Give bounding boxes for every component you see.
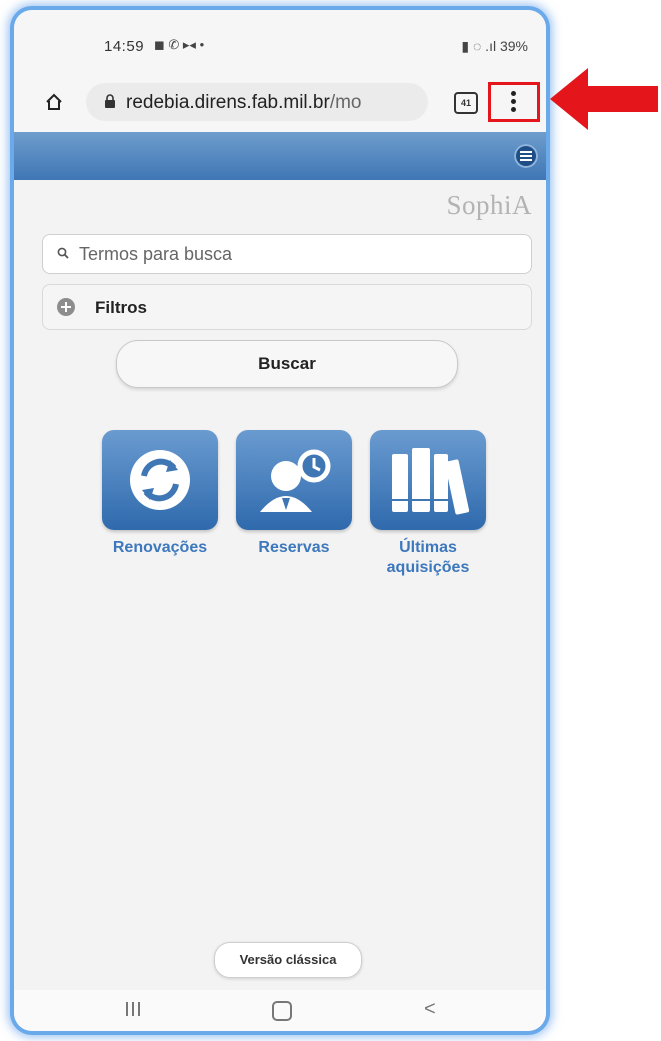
signal-battery: ▮ ◌ .ıl 39% bbox=[461, 38, 528, 54]
status-time: 14:59 bbox=[104, 38, 145, 55]
search-button[interactable]: Buscar bbox=[116, 340, 458, 388]
phone-screen: 14:59 ◼ ✆ ▸◂ • ▮ ◌ .ıl 39% redebia.diren… bbox=[14, 10, 546, 1031]
url-host: redebia.direns.fab.mil.br bbox=[126, 92, 330, 113]
url-text: redebia.direns.fab.mil.br/mo bbox=[126, 92, 362, 114]
reservations-tile[interactable] bbox=[236, 430, 352, 530]
filters-toggle[interactable]: Filtros bbox=[42, 284, 532, 330]
home-nav-icon[interactable] bbox=[272, 1001, 292, 1021]
recents-icon[interactable] bbox=[126, 1002, 144, 1021]
browser-toolbar: redebia.direns.fab.mil.br/mo 41 bbox=[14, 70, 546, 132]
url-path: /mo bbox=[329, 92, 362, 113]
renewals-label[interactable]: Renovações bbox=[98, 538, 222, 558]
search-icon bbox=[57, 247, 69, 259]
back-icon[interactable]: < bbox=[424, 998, 436, 1021]
lock-icon bbox=[105, 94, 115, 108]
recent-acquisitions-line1: Últimas bbox=[399, 539, 457, 556]
person-clock-icon bbox=[260, 449, 331, 512]
classic-version-button[interactable]: Versão clássica bbox=[214, 942, 362, 978]
overflow-menu-button[interactable] bbox=[488, 82, 540, 122]
more-vert-icon bbox=[511, 91, 517, 115]
notification-icons: ◼ ✆ ▸◂ • bbox=[154, 37, 205, 52]
plus-icon bbox=[57, 298, 75, 316]
search-placeholder: Termos para busca bbox=[79, 244, 233, 264]
home-icon[interactable] bbox=[44, 92, 64, 112]
recent-acquisitions-label[interactable]: Últimas aquisições bbox=[366, 538, 490, 578]
battery-level: 39% bbox=[499, 38, 528, 54]
address-bar[interactable]: redebia.direns.fab.mil.br/mo bbox=[86, 83, 428, 121]
recent-acquisitions-line2: aquisições bbox=[386, 559, 470, 576]
sophia-logo: SophiA bbox=[446, 190, 532, 220]
status-bar: 14:59 ◼ ✆ ▸◂ • ▮ ◌ .ıl 39% bbox=[14, 10, 546, 70]
menu-icon[interactable] bbox=[514, 144, 538, 168]
red-arrow-annotation bbox=[550, 68, 658, 130]
recent-acquisitions-tile[interactable] bbox=[370, 430, 486, 530]
reservations-label[interactable]: Reservas bbox=[236, 538, 352, 558]
search-input[interactable]: Termos para busca bbox=[42, 234, 532, 274]
app-header bbox=[14, 132, 546, 180]
tabs-icon[interactable]: 41 bbox=[454, 92, 478, 114]
renewals-tile[interactable] bbox=[102, 430, 218, 530]
android-nav-bar: < bbox=[14, 990, 546, 1031]
refresh-icon bbox=[130, 450, 190, 510]
books-icon bbox=[392, 448, 470, 515]
filters-label: Filtros bbox=[95, 298, 147, 317]
